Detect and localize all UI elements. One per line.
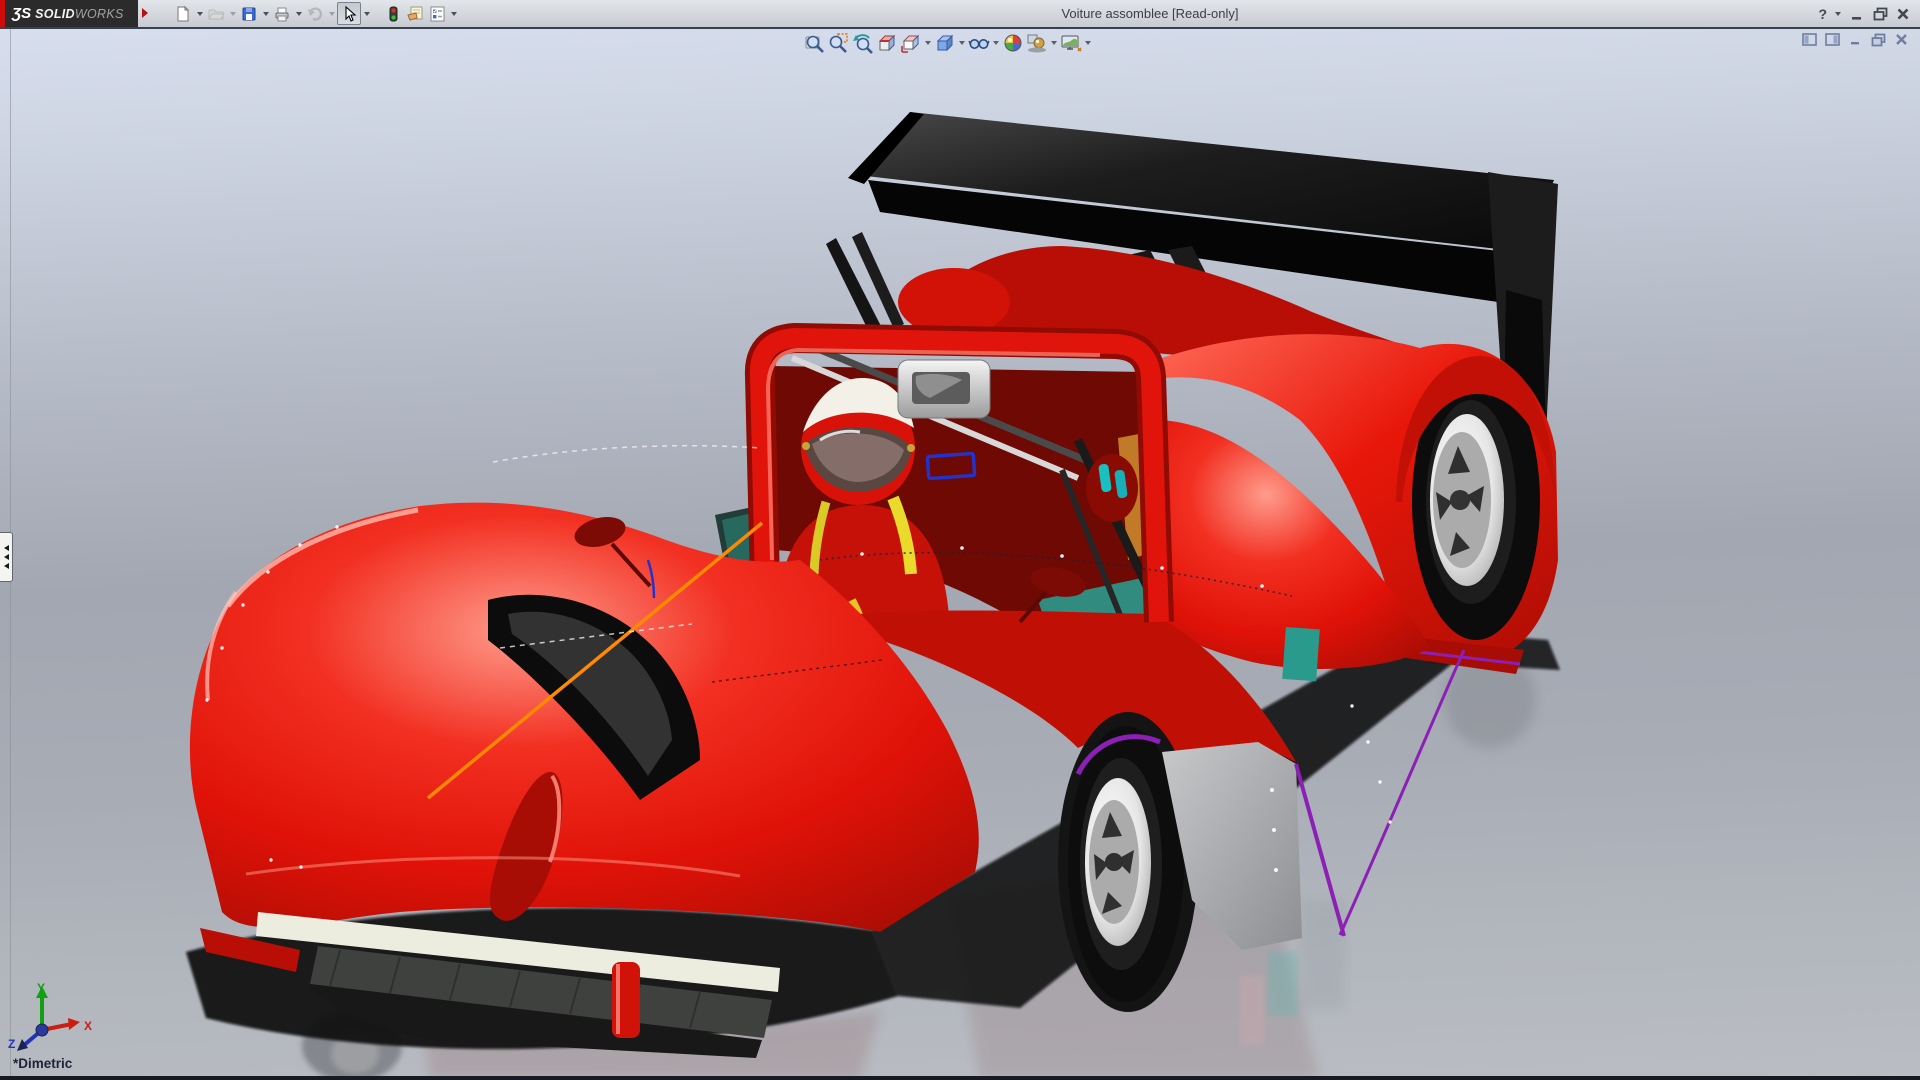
close-icon bbox=[1896, 7, 1910, 21]
select-button[interactable] bbox=[337, 2, 361, 25]
apply-scene-icon bbox=[1026, 32, 1048, 54]
options-button[interactable] bbox=[426, 3, 448, 24]
print-button[interactable] bbox=[271, 3, 293, 24]
appearance-icon bbox=[406, 5, 424, 23]
brand-name-light: WORKS bbox=[75, 7, 124, 21]
zoom-to-fit-button[interactable] bbox=[803, 31, 827, 55]
window-controls: ? bbox=[1818, 2, 1912, 25]
help-button[interactable]: ? bbox=[1818, 6, 1827, 22]
save-button[interactable] bbox=[238, 3, 260, 24]
window-bottom-border bbox=[0, 1076, 1920, 1080]
view-orientation-label: *Dimetric bbox=[13, 1056, 72, 1071]
solidworks-logo: ƷS SOLID WORKS bbox=[0, 0, 138, 27]
view-settings-button[interactable] bbox=[1059, 31, 1083, 55]
document-restore-button[interactable] bbox=[1869, 30, 1888, 49]
zoom-to-area-button[interactable] bbox=[827, 31, 851, 55]
collapse-arrow-icon bbox=[4, 563, 9, 569]
select-dropdown[interactable] bbox=[361, 3, 372, 24]
apply-scene-dropdown[interactable] bbox=[1049, 31, 1059, 55]
view-orientation-button[interactable] bbox=[899, 31, 923, 55]
graphics-viewport[interactable]: Y X Z *Dimetric bbox=[0, 0, 1920, 1080]
hide-show-items-button[interactable] bbox=[967, 31, 991, 55]
help-dropdown[interactable] bbox=[1832, 3, 1843, 24]
display-style-dropdown[interactable] bbox=[957, 31, 967, 55]
view-settings-dropdown[interactable] bbox=[1083, 31, 1093, 55]
standard-toolbar bbox=[172, 2, 459, 25]
rebuild-traffic-light-icon bbox=[384, 5, 402, 23]
new-document-icon bbox=[174, 5, 192, 23]
display-style-button[interactable] bbox=[933, 31, 957, 55]
print-icon bbox=[273, 5, 291, 23]
menu-flyout-arrow-icon[interactable] bbox=[142, 8, 148, 18]
view-orientation-icon bbox=[900, 32, 922, 54]
section-view-icon bbox=[876, 32, 898, 54]
display-style-icon bbox=[934, 32, 956, 54]
document-close-button[interactable] bbox=[1892, 30, 1911, 49]
pane-left-button[interactable] bbox=[1800, 30, 1819, 49]
open-folder-icon bbox=[207, 5, 225, 23]
title-bar: ƷS SOLID WORKS bbox=[0, 0, 1920, 29]
logo-mark: ƷS bbox=[12, 5, 31, 22]
open-button[interactable] bbox=[205, 3, 227, 24]
new-document-button[interactable] bbox=[172, 3, 194, 24]
edit-appearance-icon bbox=[1002, 32, 1024, 54]
logo-red-bar bbox=[0, 0, 5, 27]
previous-view-button[interactable] bbox=[851, 31, 875, 55]
save-floppy-icon bbox=[240, 5, 258, 23]
document-close-icon bbox=[1895, 33, 1908, 46]
brand-name-bold: SOLID bbox=[35, 7, 75, 21]
open-dropdown[interactable] bbox=[227, 3, 238, 24]
restore-button[interactable] bbox=[1871, 4, 1889, 24]
undo-dropdown[interactable] bbox=[326, 3, 337, 24]
document-minimize-button[interactable] bbox=[1846, 30, 1865, 49]
pane-right-button[interactable] bbox=[1823, 30, 1842, 49]
document-minimize-icon bbox=[1849, 33, 1862, 46]
undo-button[interactable] bbox=[304, 3, 326, 24]
previous-view-icon bbox=[852, 32, 874, 54]
hide-show-items-dropdown[interactable] bbox=[991, 31, 1001, 55]
options-checklist-icon bbox=[428, 5, 446, 23]
rebuild-button[interactable] bbox=[382, 3, 404, 24]
save-dropdown[interactable] bbox=[260, 3, 271, 24]
restore-icon bbox=[1873, 7, 1888, 21]
document-window-controls bbox=[1800, 30, 1911, 49]
view-settings-icon bbox=[1060, 32, 1082, 54]
view-orientation-dropdown[interactable] bbox=[923, 31, 933, 55]
zoom-to-fit-icon bbox=[804, 32, 826, 54]
minimize-icon bbox=[1850, 7, 1864, 21]
section-view-button[interactable] bbox=[875, 31, 899, 55]
triad-y-label: Y bbox=[37, 981, 45, 995]
triad-z-label: Z bbox=[8, 1037, 15, 1051]
apply-scene-button[interactable] bbox=[1025, 31, 1049, 55]
solidworks-window: Y X Z *Dimetric bbox=[0, 0, 1920, 1080]
featuremanager-collapse-tab[interactable] bbox=[0, 532, 13, 582]
race-car-model[interactable] bbox=[0, 0, 1920, 1080]
collapse-arrow-icon bbox=[4, 545, 9, 551]
edit-appearance-button[interactable] bbox=[1001, 31, 1025, 55]
close-button[interactable] bbox=[1894, 4, 1912, 24]
window-title: Voiture assomblee [Read-only] bbox=[1061, 6, 1238, 21]
zoom-to-area-icon bbox=[828, 32, 850, 54]
document-restore-icon bbox=[1871, 33, 1886, 47]
pane-right-icon bbox=[1825, 33, 1840, 46]
select-cursor-icon bbox=[340, 5, 358, 23]
appearance-button[interactable] bbox=[404, 3, 426, 24]
print-dropdown[interactable] bbox=[293, 3, 304, 24]
minimize-button[interactable] bbox=[1848, 4, 1866, 24]
options-dropdown[interactable] bbox=[448, 3, 459, 24]
new-document-dropdown[interactable] bbox=[194, 3, 205, 24]
undo-icon bbox=[306, 5, 324, 23]
triad-x-label: X bbox=[84, 1019, 92, 1033]
hide-show-items-icon bbox=[968, 32, 990, 54]
headsup-view-toolbar bbox=[803, 31, 1093, 55]
pane-left-icon bbox=[1802, 33, 1817, 46]
collapse-arrow-icon bbox=[4, 554, 9, 560]
